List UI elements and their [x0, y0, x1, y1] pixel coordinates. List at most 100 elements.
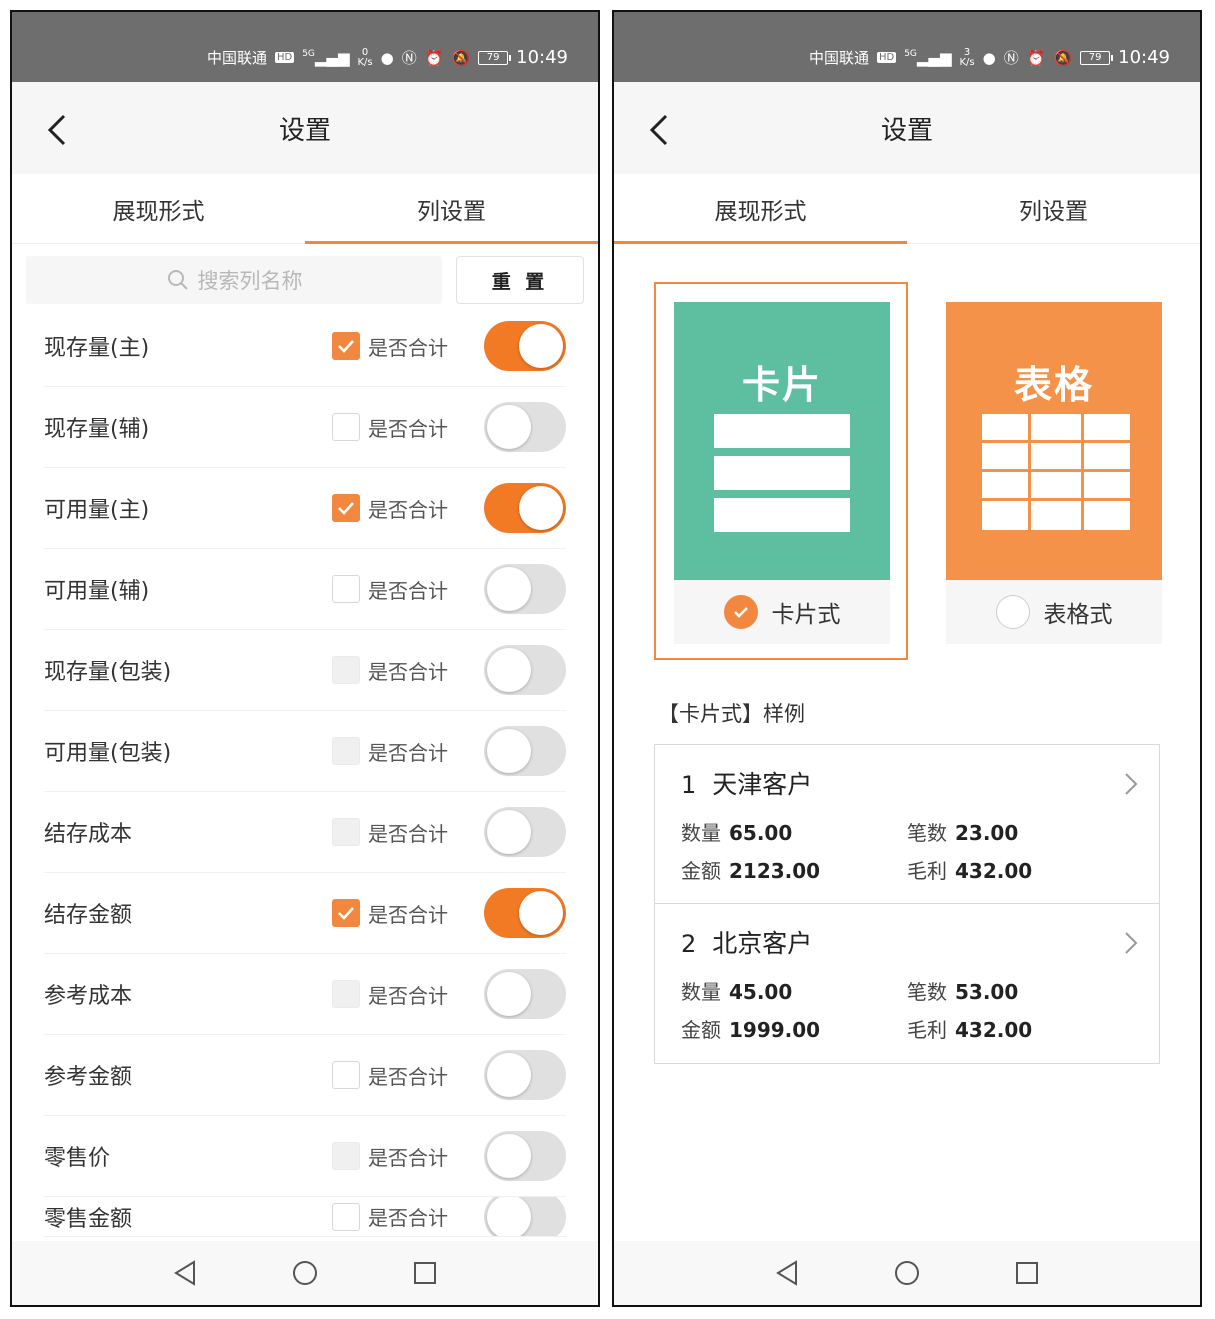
signal-icon: 5G▂▄▆ — [302, 48, 350, 67]
display-style-options: 卡片 卡片式 表格 表格式 — [614, 244, 1200, 664]
nav-recent-icon[interactable] — [1012, 1258, 1042, 1288]
card-style-label: 卡片式 — [771, 602, 841, 628]
sample-card[interactable]: 1 天津客户 数量 65.00 笔数 23.00 金额 2123.00 毛利 432.0… — [655, 745, 1159, 904]
sum-checkbox — [332, 1142, 360, 1170]
nav-back-icon[interactable] — [772, 1258, 802, 1288]
sample-title: 【卡片式】样例 — [658, 702, 805, 726]
signal-icon: 5G▂▄▆ — [904, 48, 952, 67]
chevron-right-icon[interactable] — [1123, 930, 1139, 956]
net-speed: 0 K/s — [357, 46, 373, 68]
column-visible-toggle[interactable] — [484, 726, 566, 776]
column-visible-toggle[interactable] — [484, 402, 566, 452]
nav-home-icon[interactable] — [892, 1258, 922, 1288]
sample-card[interactable]: 2 北京客户 数量 45.00 笔数 53.00 金额 1999.00 毛利 432.0… — [655, 904, 1159, 1063]
column-visible-toggle[interactable] — [484, 1197, 566, 1236]
column-visible-toggle[interactable] — [484, 1050, 566, 1100]
page-title: 设置 — [880, 115, 933, 146]
search-row: 搜索列名称 重 置 — [12, 244, 598, 306]
column-visible-toggle[interactable] — [484, 564, 566, 614]
check-icon — [338, 907, 354, 920]
status-bar: 中国联通 HD 5G▂▄▆ 0 K/s ● Ⓝ ⏰ 🔕 79 10:49 — [12, 12, 598, 82]
sample-profit: 毛利 432.00 — [907, 1018, 1033, 1042]
sum-label: 是否合计 — [368, 821, 448, 846]
toggle-knob — [487, 1053, 531, 1097]
card-style-option[interactable]: 卡片 卡片式 — [654, 282, 908, 660]
tab-column-settings[interactable]: 列设置 — [907, 174, 1200, 243]
sum-checkbox[interactable] — [332, 1202, 360, 1231]
toggle-knob — [519, 324, 563, 368]
battery-icon: 79 — [1080, 50, 1114, 65]
sum-option: 是否合计 — [332, 575, 448, 604]
column-row: 现存量(包装) 是否合计 — [44, 630, 566, 711]
sum-option: 是否合计 — [332, 413, 448, 442]
toggle-knob — [519, 891, 563, 935]
sum-label: 是否合计 — [368, 335, 448, 360]
toggle-knob — [487, 810, 531, 854]
check-icon — [338, 502, 354, 515]
toggle-knob — [487, 972, 531, 1016]
sample-profit: 毛利 432.00 — [907, 859, 1033, 883]
tab-bar: 展现形式 列设置 — [614, 174, 1200, 244]
toggle-knob — [487, 567, 531, 611]
column-row: 现存量(辅) 是否合计 — [44, 387, 566, 468]
sample-card-list: 1 天津客户 数量 65.00 笔数 23.00 金额 2123.00 毛利 432.0… — [654, 744, 1160, 1064]
column-visible-toggle[interactable] — [484, 1131, 566, 1181]
nfc-icon: Ⓝ — [1003, 49, 1019, 67]
sum-checkbox — [332, 980, 360, 1008]
search-input[interactable]: 搜索列名称 — [26, 256, 442, 304]
sum-checkbox[interactable] — [332, 413, 360, 441]
table-style-radio[interactable] — [995, 595, 1030, 629]
sum-checkbox[interactable] — [332, 494, 360, 522]
clock-text: 10:49 — [1118, 47, 1170, 68]
nav-recent-icon[interactable] — [410, 1258, 440, 1288]
table-style-option[interactable]: 表格 表格式 — [926, 282, 1180, 660]
search-placeholder: 搜索列名称 — [197, 269, 303, 293]
sum-option: 是否合计 — [332, 332, 448, 361]
nav-home-icon[interactable] — [290, 1258, 320, 1288]
column-visible-toggle[interactable] — [484, 321, 566, 371]
card-preview-title: 卡片 — [741, 363, 822, 407]
sample-index: 1 — [681, 771, 697, 799]
sum-option: 是否合计 — [332, 899, 448, 928]
back-arrow-icon[interactable] — [644, 112, 674, 148]
alarm-icon: ⏰ — [1026, 48, 1046, 67]
card-style-footer: 卡片式 — [674, 580, 890, 644]
phone-screen-column-settings: 中国联通 HD 5G▂▄▆ 0 K/s ● Ⓝ ⏰ 🔕 79 10:49 设置 展… — [10, 10, 600, 1307]
sum-label: 是否合计 — [368, 983, 448, 1008]
sum-checkbox[interactable] — [332, 332, 360, 360]
nav-back-icon[interactable] — [170, 1258, 200, 1288]
check-icon — [733, 607, 748, 618]
column-visible-toggle[interactable] — [484, 888, 566, 938]
sum-option: 是否合计 — [332, 494, 448, 523]
system-nav-bar — [614, 1241, 1200, 1305]
reset-button[interactable]: 重 置 — [456, 256, 584, 304]
column-row: 零售价 是否合计 — [44, 1116, 566, 1197]
column-visible-toggle[interactable] — [484, 969, 566, 1019]
sum-checkbox[interactable] — [332, 899, 360, 927]
wechat-icon: ● — [982, 48, 996, 67]
tab-column-settings[interactable]: 列设置 — [305, 174, 598, 244]
sum-checkbox[interactable] — [332, 575, 360, 603]
chevron-right-icon[interactable] — [1123, 771, 1139, 797]
column-visible-toggle[interactable] — [484, 645, 566, 695]
column-visible-toggle[interactable] — [484, 483, 566, 533]
tab-display-mode[interactable]: 展现形式 — [614, 174, 907, 244]
nav-bar: 设置 — [614, 82, 1200, 174]
sum-label: 是否合计 — [368, 1145, 448, 1170]
back-arrow-icon[interactable] — [42, 112, 72, 148]
toggle-knob — [487, 648, 531, 692]
sum-checkbox[interactable] — [332, 1061, 360, 1089]
net-speed: 3 K/s — [959, 46, 975, 68]
card-preview-bar — [714, 414, 850, 448]
table-preview-grid — [982, 414, 1130, 530]
column-row: 可用量(主) 是否合计 — [44, 468, 566, 549]
sum-option: 是否合计 — [332, 1202, 448, 1231]
sum-label: 是否合计 — [368, 902, 448, 927]
tab-display-mode[interactable]: 展现形式 — [12, 174, 305, 243]
card-style-radio[interactable] — [723, 595, 758, 629]
hd-icon: HD — [876, 52, 897, 63]
status-bar: 中国联通 HD 5G▂▄▆ 3 K/s ● Ⓝ ⏰ 🔕 79 10:49 — [614, 12, 1200, 82]
toggle-knob — [487, 729, 531, 773]
column-row: 结存成本 是否合计 — [44, 792, 566, 873]
column-visible-toggle[interactable] — [484, 807, 566, 857]
